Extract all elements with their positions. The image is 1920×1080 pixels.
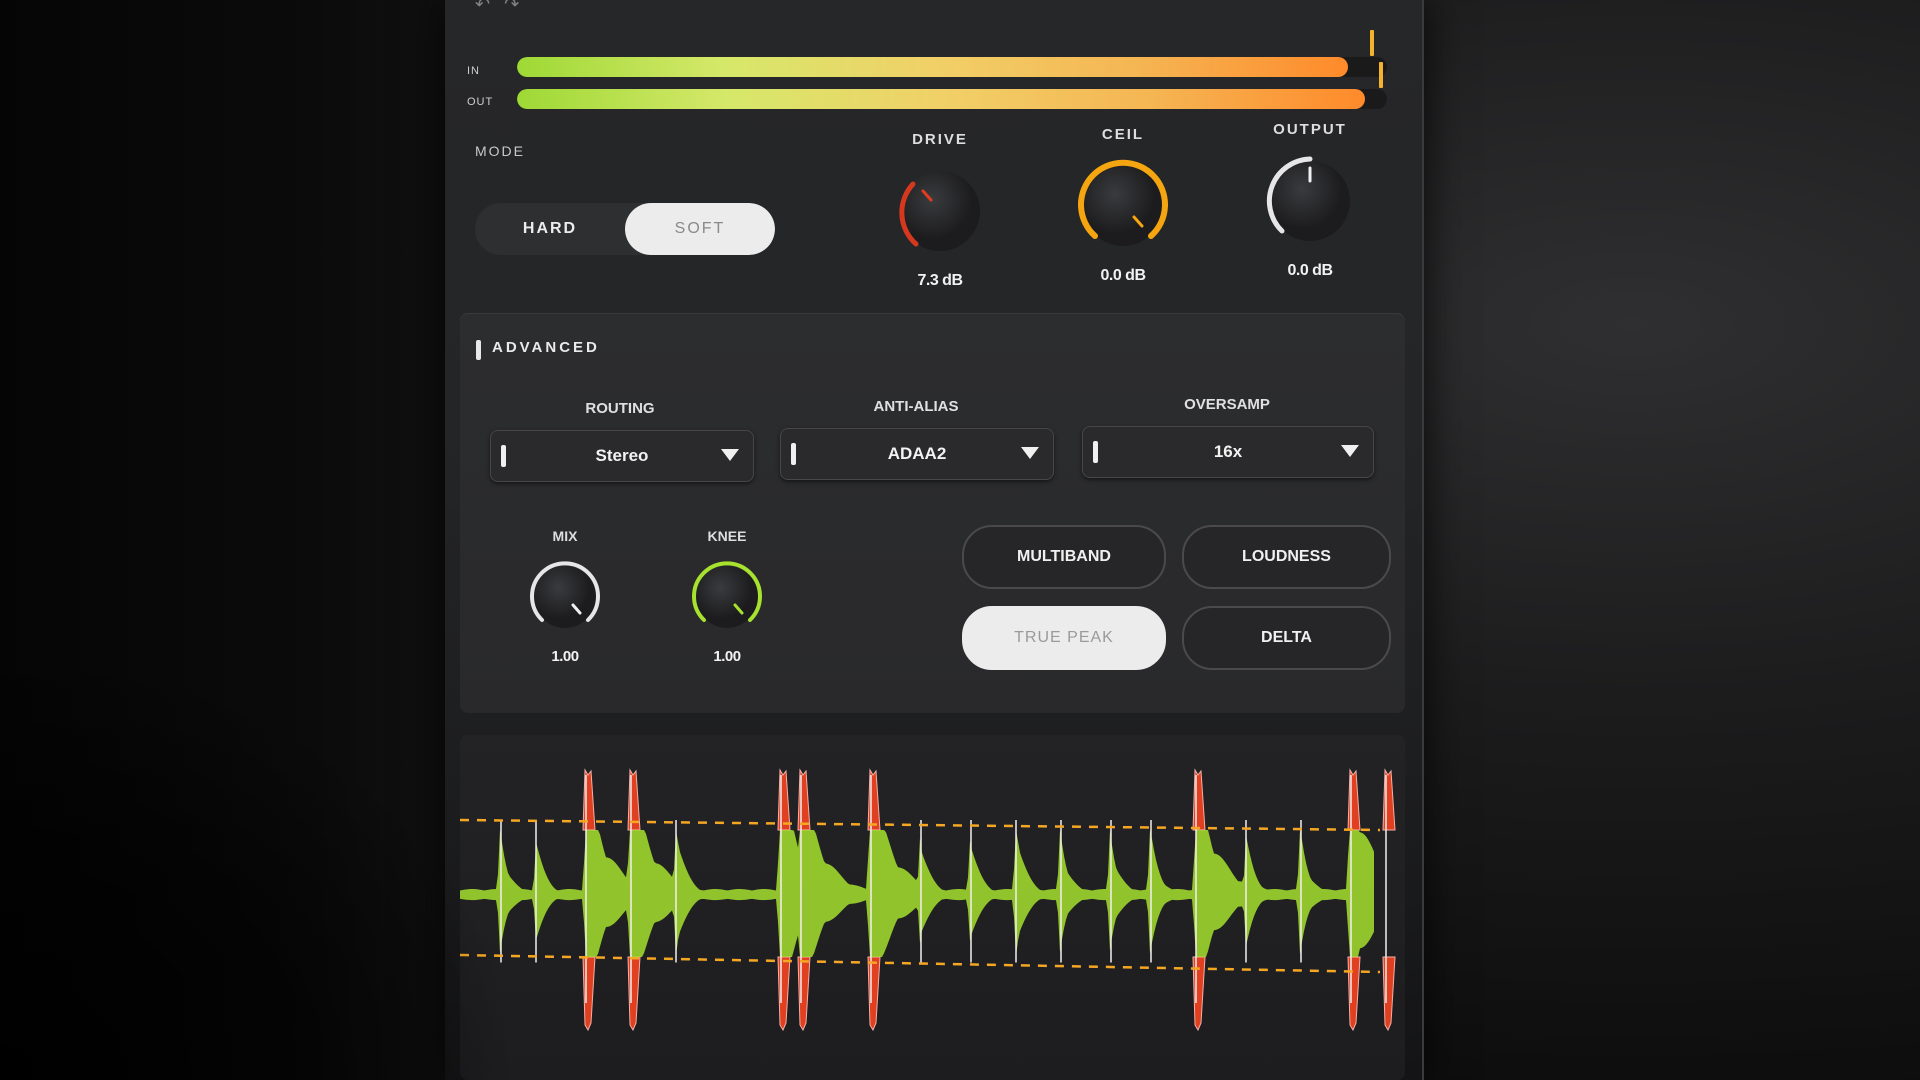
ceil-knob-group: CEIL 0.0 dB (1043, 126, 1203, 285)
output-label: OUTPUT (1273, 121, 1347, 138)
chevron-down-icon (1021, 447, 1039, 459)
ceiling-line-bottom (460, 953, 1381, 974)
meter-in-fill (517, 57, 1349, 77)
knee-knob[interactable] (682, 552, 772, 642)
waveform-svg (460, 768, 1396, 1032)
mode-label: MODE (475, 143, 525, 159)
loudness-button[interactable]: LOUDNESS (1182, 525, 1391, 589)
anti-alias-label: ANTI-ALIAS (873, 398, 959, 415)
knee-label: KNEE (707, 528, 747, 544)
meter-in (517, 57, 1387, 77)
ceil-value: 0.0 dB (1100, 267, 1146, 284)
output-knob-group: OUTPUT 0.0 dB (1230, 121, 1390, 280)
oversamp-dropdown[interactable]: 16x (1082, 426, 1374, 478)
advanced-title: ADVANCED (492, 339, 600, 356)
anti-alias-dropdown[interactable]: ADAA2 (780, 428, 1054, 480)
anti-alias-dropdown-bar (791, 443, 796, 465)
meter-out-peak (1378, 62, 1383, 88)
ceil-label: CEIL (1101, 126, 1145, 143)
advanced-section: ADVANCED ROUTING Stereo ANTI-ALIAS ADAA2… (460, 313, 1405, 713)
true-peak-button[interactable]: TRUE PEAK (962, 606, 1166, 670)
drive-value: 7.3 dB (917, 272, 963, 289)
advanced-marker (476, 340, 481, 360)
drive-label: DRIVE (912, 131, 968, 148)
waveform-output (460, 830, 1374, 957)
oversamp-label: OVERSAMP (1184, 396, 1270, 413)
redo-icon[interactable]: ↷ (504, 0, 519, 14)
routing-dropdown[interactable]: Stereo (490, 430, 754, 482)
waveform-display (460, 735, 1405, 1080)
routing-value: Stereo (595, 446, 649, 465)
plugin-panel: ↶ ↷ IN OUT MODE HARD SOFT DRIVE 7.3 dB C… (445, 0, 1424, 1080)
meter-out (517, 89, 1387, 109)
ceil-knob[interactable] (1068, 151, 1178, 261)
drive-knob[interactable] (885, 156, 995, 266)
mode-soft-button[interactable]: SOFT (625, 203, 775, 255)
routing-label: ROUTING (585, 400, 655, 417)
mix-label: MIX (552, 528, 578, 544)
mix-knob-group: MIX 1.00 (505, 528, 625, 665)
delta-button[interactable]: DELTA (1182, 606, 1391, 670)
undo-icon[interactable]: ↶ (475, 0, 490, 14)
mix-knob[interactable] (520, 552, 610, 642)
toolbar: ↶ ↷ (475, 0, 519, 14)
routing-dropdown-bar (501, 445, 506, 467)
knee-knob-group: KNEE 1.00 (667, 528, 787, 665)
mode-hard-button[interactable]: HARD (475, 203, 625, 255)
meter-in-peak (1369, 30, 1374, 56)
oversamp-dropdown-bar (1093, 441, 1098, 463)
mode-toggle: HARD SOFT (475, 203, 775, 255)
oversamp-value: 16x (1213, 442, 1243, 461)
multiband-button[interactable]: MULTIBAND (962, 525, 1166, 589)
mix-value: 1.00 (551, 648, 579, 665)
drive-knob-group: DRIVE 7.3 dB (860, 131, 1020, 290)
output-knob[interactable] (1255, 146, 1365, 256)
meter-out-label: OUT (467, 96, 494, 108)
ceiling-line-top (460, 818, 1381, 832)
meter-out-fill (517, 89, 1366, 109)
clipped-peak (1382, 768, 1396, 1032)
meter-in-label: IN (467, 65, 480, 77)
knee-value: 1.00 (713, 648, 741, 665)
anti-alias-value: ADAA2 (887, 444, 947, 463)
chevron-down-icon (1341, 445, 1359, 457)
chevron-down-icon (721, 449, 739, 461)
background-left (0, 0, 445, 1080)
output-value: 0.0 dB (1287, 262, 1333, 279)
